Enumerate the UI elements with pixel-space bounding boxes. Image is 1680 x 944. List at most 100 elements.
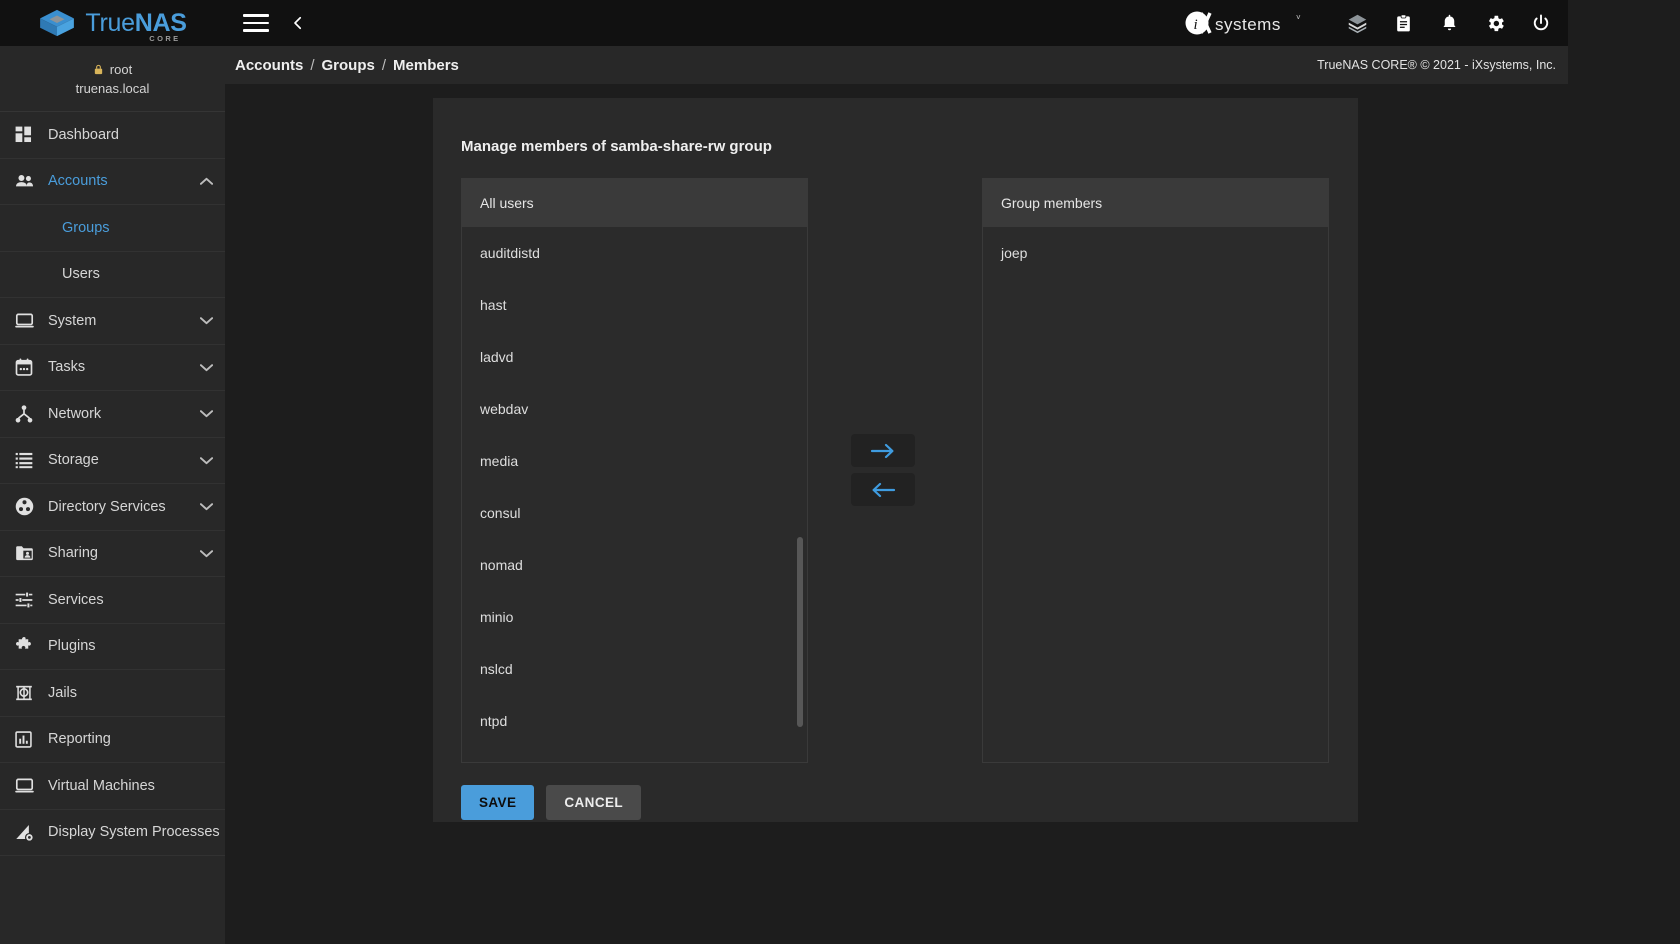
dashboard-icon: [14, 125, 48, 144]
sidebar-item-system[interactable]: System: [0, 298, 225, 345]
sharing-icon: [14, 543, 48, 563]
topbar-left-controls: [243, 12, 309, 34]
tasks-icon: [14, 357, 48, 377]
sidebar-item-label: Plugins: [48, 638, 96, 655]
sidebar-item-dashboard[interactable]: Dashboard: [0, 112, 225, 159]
sidebar-item-label: Display System Processes: [48, 824, 220, 841]
display-system-processes-icon: [14, 822, 48, 843]
all-users-scrollbar-thumb[interactable]: [797, 537, 803, 727]
lock-icon: [94, 64, 102, 74]
dual-list-selector: All users auditdistd hast ladvd webdav m…: [461, 178, 1329, 763]
brand-edition: CORE: [149, 33, 181, 43]
breadcrumb-bar: Accounts / Groups / Members TrueNAS CORE…: [225, 46, 1568, 84]
sidebar-item-virtual-machines[interactable]: Virtual Machines: [0, 763, 225, 810]
ixsystems-logo[interactable]: i systems ˅: [1184, 10, 1308, 36]
network-icon: [14, 404, 48, 424]
sidebar-item-label: Network: [48, 405, 102, 422]
breadcrumb-item-members: Members: [393, 56, 459, 74]
main-content: Manage members of samba-share-rw group A…: [225, 84, 1568, 944]
sidebar-item-label: Dashboard: [48, 126, 119, 143]
remove-member-button[interactable]: [851, 473, 915, 506]
breadcrumb: Accounts / Groups / Members: [235, 57, 459, 74]
sidebar-item-jails[interactable]: Jails: [0, 670, 225, 717]
sidebar-user-info: root truenas.local: [0, 46, 225, 112]
breadcrumb-item-accounts[interactable]: Accounts: [235, 57, 303, 74]
chevron-down-icon[interactable]: [197, 316, 215, 325]
system-icon: [14, 310, 48, 331]
chevron-down-icon[interactable]: [197, 502, 215, 511]
sidebar-item-directory-services[interactable]: Directory Services: [0, 484, 225, 531]
sidebar-item-groups[interactable]: Groups: [0, 205, 225, 252]
breadcrumb-separator: /: [381, 56, 387, 74]
list-item[interactable]: auditdistd: [462, 227, 807, 279]
all-users-list[interactable]: auditdistd hast ladvd webdav media consu…: [462, 227, 807, 762]
form-actions: SAVE CANCEL: [461, 785, 642, 820]
chevron-up-icon[interactable]: [197, 177, 215, 186]
svg-text:systems: systems: [1215, 15, 1281, 34]
sidebar-item-label: Directory Services: [48, 498, 166, 515]
chevron-down-icon[interactable]: [197, 363, 215, 372]
all-users-header: All users: [462, 179, 807, 227]
ixsystems-wordmark-icon: i systems ˅: [1185, 11, 1301, 35]
chevron-left-icon[interactable]: [287, 12, 309, 34]
gear-icon[interactable]: [1472, 0, 1518, 46]
cube-stack-icon[interactable]: [1334, 0, 1380, 46]
sidebar-item-label: Tasks: [48, 359, 86, 376]
list-item[interactable]: minio: [462, 591, 807, 643]
group-members-list[interactable]: joep: [983, 227, 1328, 762]
cancel-button[interactable]: CANCEL: [546, 785, 642, 820]
add-member-button[interactable]: [851, 434, 915, 467]
copyright-text: TrueNAS CORE® © 2021 - iXsystems, Inc.: [1317, 58, 1556, 72]
transfer-buttons: [851, 434, 915, 506]
sidebar-item-label: Jails: [48, 684, 78, 701]
sidebar-nav: root truenas.local Dashboard Accounts Gr…: [0, 46, 225, 944]
list-item[interactable]: media: [462, 435, 807, 487]
list-item[interactable]: joep: [983, 227, 1328, 279]
svg-text:i: i: [1194, 17, 1198, 33]
group-members-panel: Group members joep: [982, 178, 1329, 763]
power-icon[interactable]: [1518, 0, 1564, 46]
sidebar-item-network[interactable]: Network: [0, 391, 225, 438]
chevron-down-icon[interactable]: [197, 409, 215, 418]
list-item[interactable]: nomad: [462, 539, 807, 591]
list-item[interactable]: ladvd: [462, 331, 807, 383]
truenas-logo[interactable]: TrueNAS CORE: [0, 0, 225, 46]
list-item[interactable]: webdav: [462, 383, 807, 435]
clipboard-icon[interactable]: [1380, 0, 1426, 46]
sidebar-item-label: Virtual Machines: [48, 777, 155, 794]
hamburger-icon[interactable]: [243, 13, 269, 33]
sidebar-item-display-system-processes[interactable]: Display System Processes: [0, 810, 225, 856]
sidebar-item-services[interactable]: Services: [0, 577, 225, 624]
accounts-icon: [14, 171, 48, 192]
chevron-down-icon[interactable]: [197, 549, 215, 558]
virtual-machines-icon: [14, 775, 48, 796]
sidebar-item-label: Storage: [48, 452, 99, 469]
arrow-left-icon: [872, 482, 896, 497]
breadcrumb-item-groups[interactable]: Groups: [322, 57, 375, 74]
list-item[interactable]: ntpd: [462, 695, 807, 747]
sidebar-item-tasks[interactable]: Tasks: [0, 345, 225, 391]
topbar-right-controls: i systems ˅: [1184, 0, 1568, 46]
page-title: Manage members of samba-share-rw group: [461, 138, 772, 155]
group-members-header: Group members: [983, 179, 1328, 227]
bell-icon[interactable]: [1426, 0, 1472, 46]
all-users-panel: All users auditdistd hast ladvd webdav m…: [461, 178, 808, 763]
brand-nas: NAS: [134, 8, 187, 37]
sidebar-item-storage[interactable]: Storage: [0, 438, 225, 484]
sidebar-item-sharing[interactable]: Sharing: [0, 531, 225, 577]
sidebar-item-users[interactable]: Users: [0, 252, 225, 298]
list-item[interactable]: consul: [462, 487, 807, 539]
sidebar-item-accounts[interactable]: Accounts: [0, 159, 225, 205]
directory-services-icon: [14, 496, 48, 517]
chevron-down-icon[interactable]: [197, 456, 215, 465]
sidebar-item-label: Accounts: [48, 173, 108, 190]
list-item[interactable]: nslcd: [462, 643, 807, 695]
sidebar-item-reporting[interactable]: Reporting: [0, 717, 225, 763]
sidebar-hostname: truenas.local: [75, 80, 150, 96]
list-item[interactable]: hast: [462, 279, 807, 331]
sidebar-item-plugins[interactable]: Plugins: [0, 624, 225, 670]
all-users-scrollbar-track[interactable]: [797, 227, 805, 762]
sidebar-item-label: Services: [48, 591, 104, 608]
sidebar-item-label: Sharing: [48, 545, 98, 562]
save-button[interactable]: SAVE: [461, 785, 535, 820]
